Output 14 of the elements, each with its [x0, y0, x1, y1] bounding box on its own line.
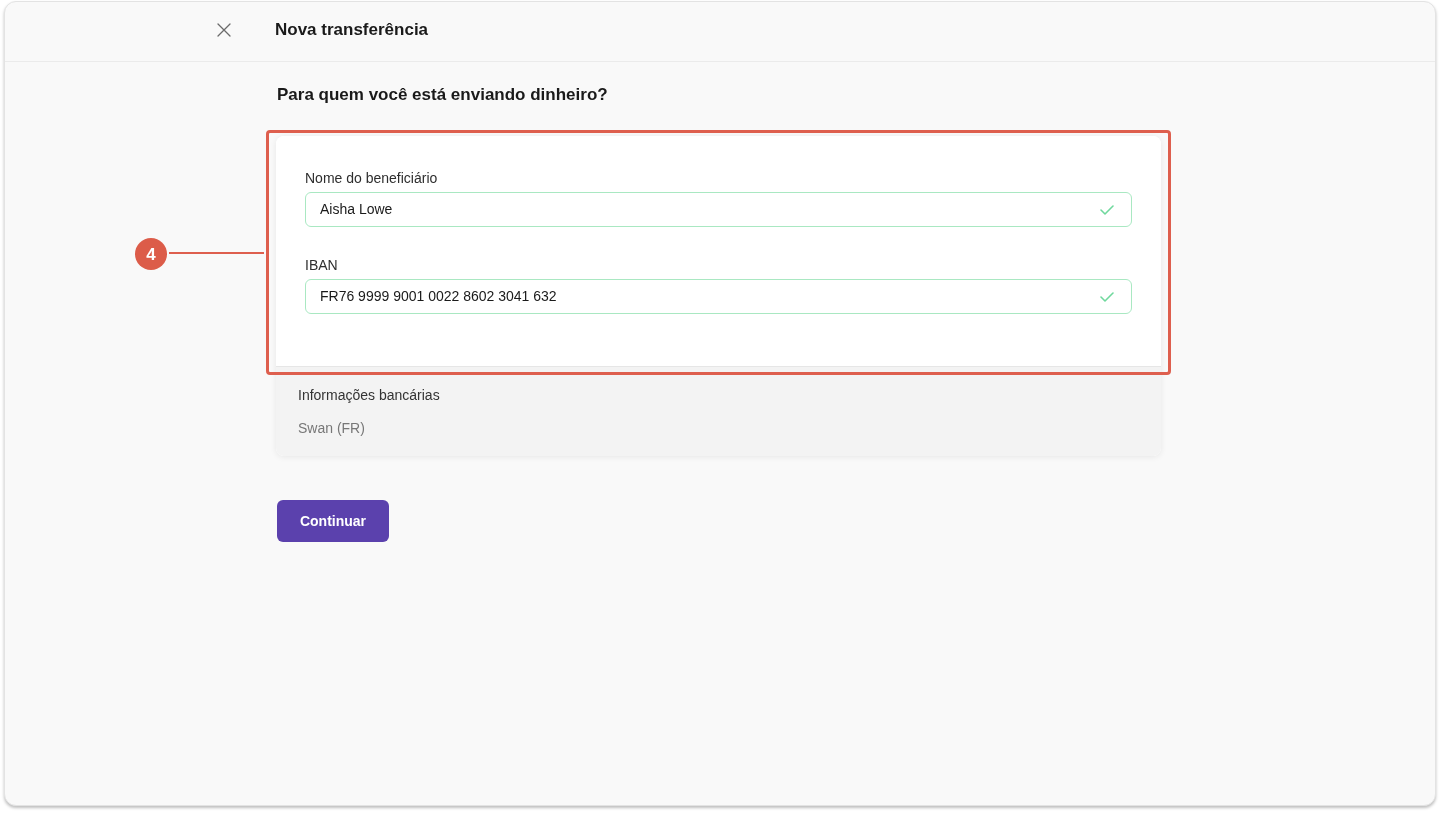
bank-name: Swan (FR): [298, 419, 366, 438]
continue-button[interactable]: Continuar: [277, 500, 389, 542]
bank-info-title: Informações bancárias: [298, 386, 441, 405]
text-field[interactable]: FR76 9999 9001 0022 8602 3041 632: [305, 279, 1132, 314]
step-badge: 4: [135, 238, 167, 270]
window-title: Nova transferência: [275, 19, 429, 41]
field-label: IBAN: [305, 256, 339, 275]
check-icon: [1100, 204, 1114, 215]
check-icon: [1100, 291, 1114, 302]
close-icon: [217, 23, 231, 37]
section-heading: Para quem você está enviando dinheiro?: [277, 84, 608, 106]
close-button[interactable]: [216, 22, 232, 38]
field-label: Nome do beneficiário: [305, 169, 439, 188]
text-field[interactable]: Aisha Lowe: [305, 192, 1132, 227]
